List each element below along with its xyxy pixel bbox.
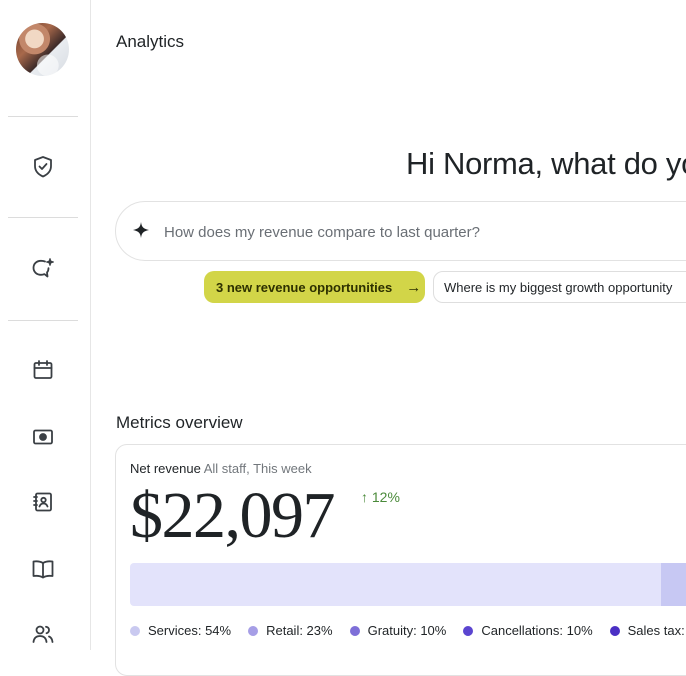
contact-book-icon	[33, 492, 52, 512]
bar-segment[interactable]	[661, 563, 686, 606]
legend-dot	[609, 625, 620, 636]
page-title: Analytics	[116, 32, 185, 51]
chip-label: Where is my biggest growth opportunity	[444, 279, 673, 295]
legend-item: Sales tax:	[609, 623, 685, 638]
assistant-search-input[interactable]	[162, 219, 686, 245]
section-title: Metrics overview	[116, 413, 243, 432]
sidebar-item-money[interactable]	[29, 423, 57, 451]
metric-filter: All staff, This week	[203, 461, 312, 476]
revenue-breakdown-bar[interactable]	[130, 563, 686, 606]
avatar[interactable]	[16, 23, 69, 76]
sidebar-divider	[8, 320, 78, 321]
legend-label: Services: 54%	[148, 623, 232, 638]
sidebar-item-contacts[interactable]	[29, 488, 57, 516]
legend-label: Cancellations: 10%	[481, 623, 593, 638]
legend-item: Gratuity: 10%	[349, 623, 447, 638]
legend-dot	[130, 625, 140, 636]
sidebar-item-shield[interactable]	[29, 153, 57, 181]
legend-label: Retail: 23%	[266, 623, 333, 638]
legend-dot	[349, 625, 360, 636]
arrow-right-icon: →	[406, 278, 422, 296]
arrow-up-icon: ↑	[361, 489, 368, 505]
sidebar-divider	[8, 116, 78, 117]
legend-dot	[463, 625, 474, 636]
change-percent: 12%	[371, 489, 400, 505]
shield-check-icon	[34, 156, 52, 178]
people-icon	[32, 625, 54, 643]
book-icon	[32, 560, 54, 579]
sparkle-icon	[133, 222, 149, 238]
sidebar-item-assistant[interactable]	[29, 255, 57, 283]
legend-item: Retail: 23%	[248, 623, 333, 638]
chip-label: 3 new revenue opportunities	[216, 279, 393, 295]
sidebar-item-library[interactable]	[29, 555, 57, 583]
legend: Services: 54% Retail: 23% Gratuity: 10% …	[130, 623, 686, 638]
metric-change: ↑ 12%	[361, 489, 400, 505]
assistant-search-box[interactable]	[115, 201, 686, 261]
sidebar-item-team[interactable]	[29, 620, 57, 648]
growth-opportunity-chip[interactable]: Where is my biggest growth opportunity	[433, 271, 686, 303]
ai-chat-sparkle-icon	[32, 258, 54, 278]
money-icon	[33, 429, 53, 445]
calendar-icon	[33, 360, 53, 379]
net-revenue-card[interactable]: Net revenue All staff, This week $22,097…	[115, 444, 686, 676]
legend-dot	[248, 625, 259, 636]
card-label: Net revenue All staff, This week	[130, 461, 312, 476]
legend-label: Gratuity: 10%	[367, 623, 447, 638]
metric-name: Net revenue	[130, 461, 201, 476]
sidebar-divider	[8, 217, 78, 218]
sidebar	[0, 0, 91, 650]
legend-item: Cancellations: 10%	[463, 623, 593, 638]
assistant-greeting: Hi Norma, what do yo	[406, 146, 686, 181]
revenue-opportunities-chip[interactable]: 3 new revenue opportunities →	[204, 271, 425, 303]
legend-label: Sales tax:	[627, 623, 685, 638]
metric-value: $22,097	[130, 479, 336, 552]
sidebar-item-calendar[interactable]	[29, 356, 57, 384]
legend-item: Services: 54%	[130, 623, 231, 638]
